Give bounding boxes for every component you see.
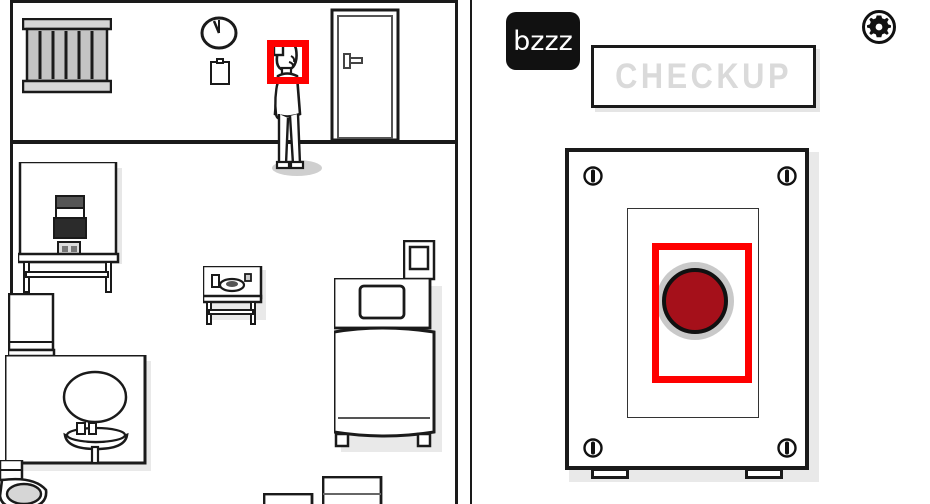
wall-clock[interactable] <box>199 14 239 54</box>
sound-badge: bzzz <box>506 12 580 70</box>
action-label-box[interactable]: CHECKUP <box>591 45 816 108</box>
room-view-panel <box>0 0 458 504</box>
door[interactable] <box>330 8 408 142</box>
bed[interactable] <box>334 278 442 452</box>
player-character[interactable] <box>265 40 311 175</box>
machine-foot-left <box>591 468 629 479</box>
settings-button[interactable] <box>861 9 897 45</box>
cabinet[interactable] <box>8 293 56 358</box>
panel-divider-left <box>455 0 458 504</box>
bottom-cabinet-1[interactable] <box>322 476 383 504</box>
bottom-cabinet-2[interactable] <box>263 493 314 504</box>
room-top-wall <box>10 0 458 3</box>
screw-bottom-right <box>777 438 797 458</box>
screw-top-right <box>777 166 797 186</box>
gear-icon <box>862 10 896 44</box>
red-button[interactable] <box>656 262 734 340</box>
toilet[interactable] <box>0 460 55 504</box>
picture-frame[interactable] <box>403 240 436 281</box>
tray-table[interactable] <box>203 266 266 326</box>
action-label-text: CHECKUP <box>615 56 792 96</box>
red-button-cap[interactable] <box>662 268 728 334</box>
screw-bottom-left <box>583 438 603 458</box>
game-screen: bzzz CHECKUP <box>0 0 930 504</box>
control-panel-machine[interactable] <box>565 148 819 482</box>
machine-foot-right <box>745 468 783 479</box>
lab-machine[interactable] <box>18 162 122 293</box>
barred-window[interactable] <box>22 18 112 96</box>
clipboard[interactable] <box>209 58 231 86</box>
machine-body <box>565 148 809 470</box>
screw-top-left <box>583 166 603 186</box>
